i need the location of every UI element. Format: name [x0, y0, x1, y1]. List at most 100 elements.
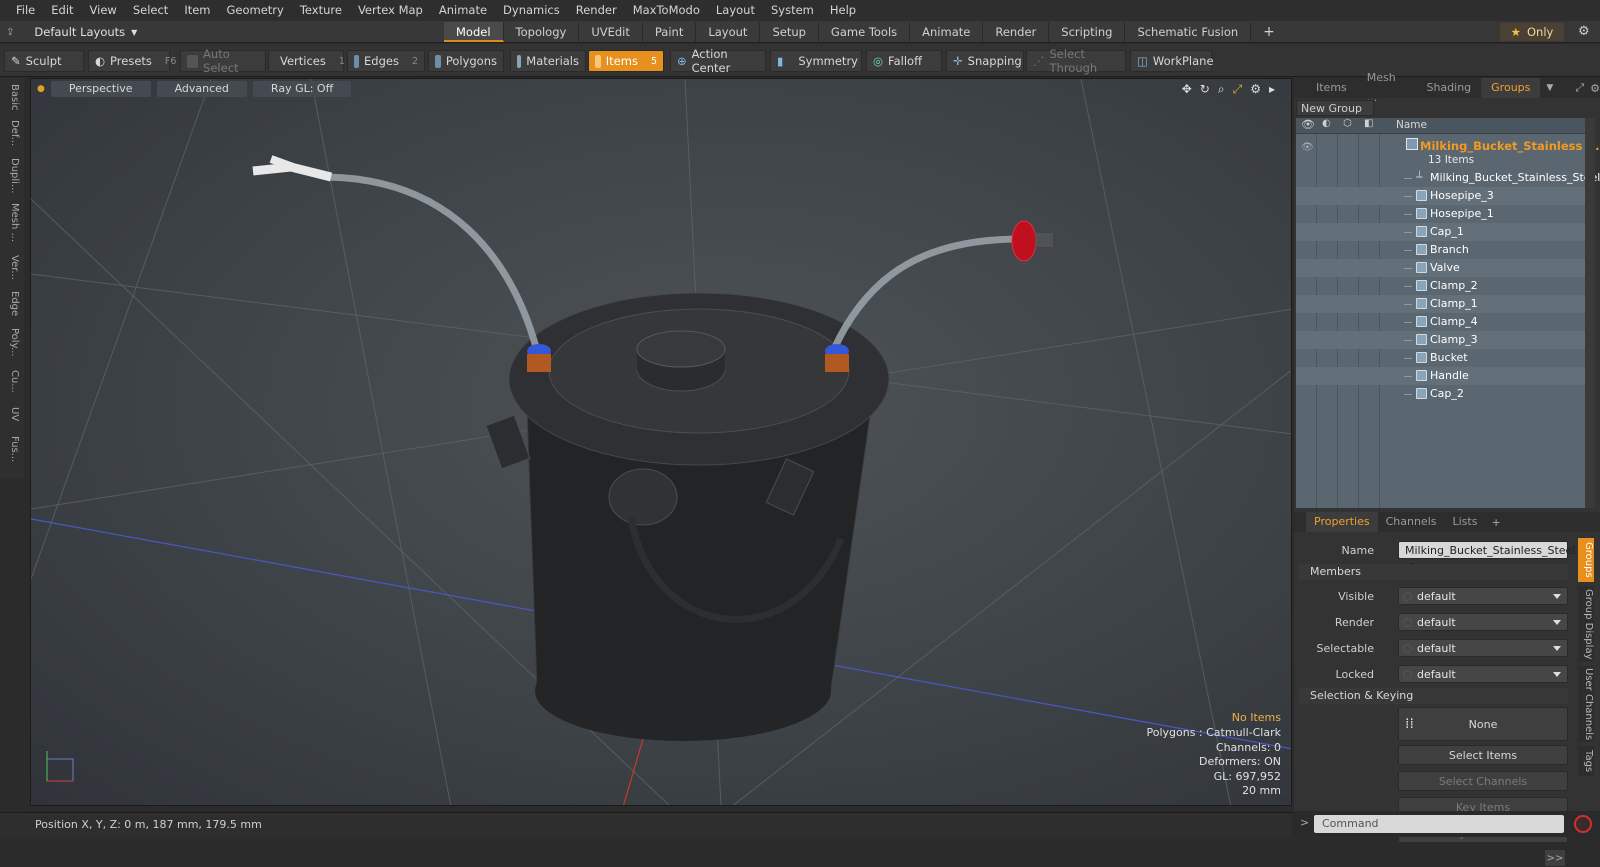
- selection-keying-section[interactable]: Selection & Keying: [1298, 688, 1568, 704]
- tree-item[interactable]: Hosepipe_3: [1296, 187, 1585, 205]
- tab-game-tools[interactable]: Game Tools: [818, 22, 911, 42]
- tab-setup[interactable]: Setup: [760, 22, 819, 42]
- render-dropdown[interactable]: default: [1398, 613, 1568, 631]
- vertices-button[interactable]: Vertices 1: [268, 50, 345, 72]
- select-through-button[interactable]: ⋰ Select Through: [1026, 47, 1126, 75]
- left-tab-mesh[interactable]: Mesh ...: [4, 202, 20, 244]
- gear-icon[interactable]: ⚙: [1578, 24, 1590, 39]
- vtab-groups[interactable]: Groups: [1578, 538, 1594, 582]
- tab-shading[interactable]: Shading: [1416, 78, 1481, 98]
- tab-render[interactable]: Render: [983, 22, 1050, 42]
- selectable-dropdown[interactable]: default: [1398, 639, 1568, 657]
- left-tab-duplicate[interactable]: Dupli...: [4, 156, 20, 196]
- tree-item[interactable]: Clamp_3: [1296, 331, 1585, 349]
- advanced-button[interactable]: Advanced: [156, 81, 247, 97]
- tree-item[interactable]: Clamp_4: [1296, 313, 1585, 331]
- panel-settings-icon[interactable]: ⚙: [1590, 82, 1600, 95]
- tab-lists[interactable]: Lists: [1445, 512, 1486, 532]
- menu-item[interactable]: Item: [176, 0, 218, 21]
- auto-select-button[interactable]: Auto Select: [180, 47, 266, 75]
- left-tab-basic[interactable]: Basic: [4, 82, 20, 112]
- select-channels-button[interactable]: Select Channels: [1398, 771, 1568, 791]
- raygl-button[interactable]: Ray GL: Off: [252, 81, 352, 97]
- new-group-button[interactable]: New Group: [1296, 100, 1374, 116]
- group-row[interactable]: 👁 Milking_Bucket_Stainless ... 13 Items: [1296, 136, 1599, 168]
- symmetry-button[interactable]: ▮ Symmetry: [770, 50, 862, 72]
- tab-topology[interactable]: Topology: [503, 22, 580, 42]
- command-input[interactable]: Command: [1314, 815, 1564, 833]
- maximize-view-icon[interactable]: ⤢: [1233, 82, 1243, 97]
- left-tab-uv[interactable]: UV: [4, 402, 20, 426]
- tree-item-mesh[interactable]: ⟂ Milking_Bucket_Stainless_Steel: [1296, 169, 1600, 187]
- left-tab-curve[interactable]: Cu...: [4, 366, 20, 396]
- edges-button[interactable]: Edges 2: [347, 50, 425, 72]
- vtab-group-display[interactable]: Group Display: [1578, 586, 1594, 662]
- tab-scripting[interactable]: Scripting: [1049, 22, 1126, 42]
- menu-select[interactable]: Select: [125, 0, 176, 21]
- polygons-button[interactable]: Polygons: [428, 50, 504, 72]
- left-tab-vertex[interactable]: Ver...: [4, 250, 20, 284]
- tree-item[interactable]: Valve: [1296, 259, 1585, 277]
- add-tab-button[interactable]: +: [1251, 22, 1287, 42]
- tree-item[interactable]: Branch: [1296, 241, 1585, 259]
- menu-layout[interactable]: Layout: [708, 0, 763, 21]
- left-tab-deform[interactable]: Def...: [4, 116, 20, 150]
- vtab-user-channels[interactable]: User Channels: [1578, 666, 1594, 742]
- tree-item[interactable]: Clamp_2: [1296, 277, 1585, 295]
- menu-edit[interactable]: Edit: [43, 0, 81, 21]
- menu-maxtomodo[interactable]: MaxToModo: [625, 0, 708, 21]
- select-icon[interactable]: ◧: [1364, 118, 1373, 129]
- select-items-button[interactable]: Select Items: [1398, 745, 1568, 765]
- tab-schematic-fusion[interactable]: Schematic Fusion: [1125, 22, 1252, 42]
- 3d-viewport[interactable]: ● Perspective Advanced Ray GL: Off ✥ ↻ ⌕…: [30, 78, 1292, 806]
- tab-items[interactable]: Items: [1306, 78, 1357, 98]
- perspective-button[interactable]: Perspective: [50, 81, 151, 97]
- move-view-icon[interactable]: ✥: [1182, 82, 1192, 97]
- only-button[interactable]: ★ Only: [1500, 23, 1564, 41]
- materials-button[interactable]: Materials: [510, 50, 586, 72]
- lock-icon[interactable]: ⬡: [1343, 118, 1352, 129]
- none-button[interactable]: ⁞⁞ None: [1398, 707, 1568, 741]
- tab-model[interactable]: Model: [444, 22, 504, 42]
- menu-vertex-map[interactable]: Vertex Map: [350, 0, 431, 21]
- tree-item[interactable]: Cap_2: [1296, 385, 1585, 403]
- visible-dropdown[interactable]: default: [1398, 587, 1568, 605]
- group-eye-icon[interactable]: 👁: [1301, 142, 1314, 153]
- tree-item[interactable]: Bucket: [1296, 349, 1585, 367]
- menu-file[interactable]: File: [8, 0, 43, 21]
- tree-scrollbar[interactable]: [1585, 118, 1595, 508]
- tab-uvedit[interactable]: UVEdit: [579, 22, 643, 42]
- locked-dropdown[interactable]: default: [1398, 665, 1568, 683]
- menu-texture[interactable]: Texture: [292, 0, 350, 21]
- eye-icon[interactable]: 👁: [1301, 118, 1315, 131]
- menu-dynamics[interactable]: Dynamics: [495, 0, 568, 21]
- menu-render[interactable]: Render: [568, 0, 625, 21]
- vtab-tags[interactable]: Tags: [1578, 746, 1594, 776]
- left-tab-fusion[interactable]: Fus...: [4, 432, 20, 466]
- add-tab-icon[interactable]: +: [1491, 516, 1500, 529]
- menu-help[interactable]: Help: [822, 0, 864, 21]
- members-section[interactable]: Members: [1298, 564, 1568, 580]
- view-settings-icon[interactable]: ⚙: [1250, 82, 1261, 97]
- tab-properties[interactable]: Properties: [1306, 512, 1378, 532]
- items-button[interactable]: Items 5: [588, 50, 664, 72]
- presets-button[interactable]: ◐ Presets F6: [88, 50, 176, 72]
- tab-groups[interactable]: Groups: [1481, 78, 1541, 98]
- tab-animate[interactable]: Animate: [910, 22, 984, 42]
- menu-system[interactable]: System: [763, 0, 822, 21]
- menu-view[interactable]: View: [82, 0, 125, 21]
- menu-animate[interactable]: Animate: [431, 0, 495, 21]
- left-tab-polygon[interactable]: Poly...: [4, 324, 20, 360]
- action-center-button[interactable]: ⊕ Action Center: [670, 47, 766, 75]
- rotate-view-icon[interactable]: ↻: [1200, 82, 1210, 97]
- render-icon[interactable]: ◐: [1322, 118, 1331, 129]
- workplane-button[interactable]: ◫ WorkPlane: [1130, 50, 1214, 72]
- left-tab-edge[interactable]: Edge: [4, 290, 20, 318]
- tree-item[interactable]: Handle: [1296, 367, 1585, 385]
- tree-item[interactable]: Cap_1: [1296, 223, 1585, 241]
- tree-item[interactable]: Hosepipe_1: [1296, 205, 1585, 223]
- zoom-view-icon[interactable]: ⌕: [1218, 82, 1225, 97]
- panel-expand-icon[interactable]: ⤢: [1575, 81, 1584, 95]
- falloff-button[interactable]: ◎ Falloff: [866, 50, 942, 72]
- snapping-button[interactable]: ✛ Snapping: [946, 50, 1024, 72]
